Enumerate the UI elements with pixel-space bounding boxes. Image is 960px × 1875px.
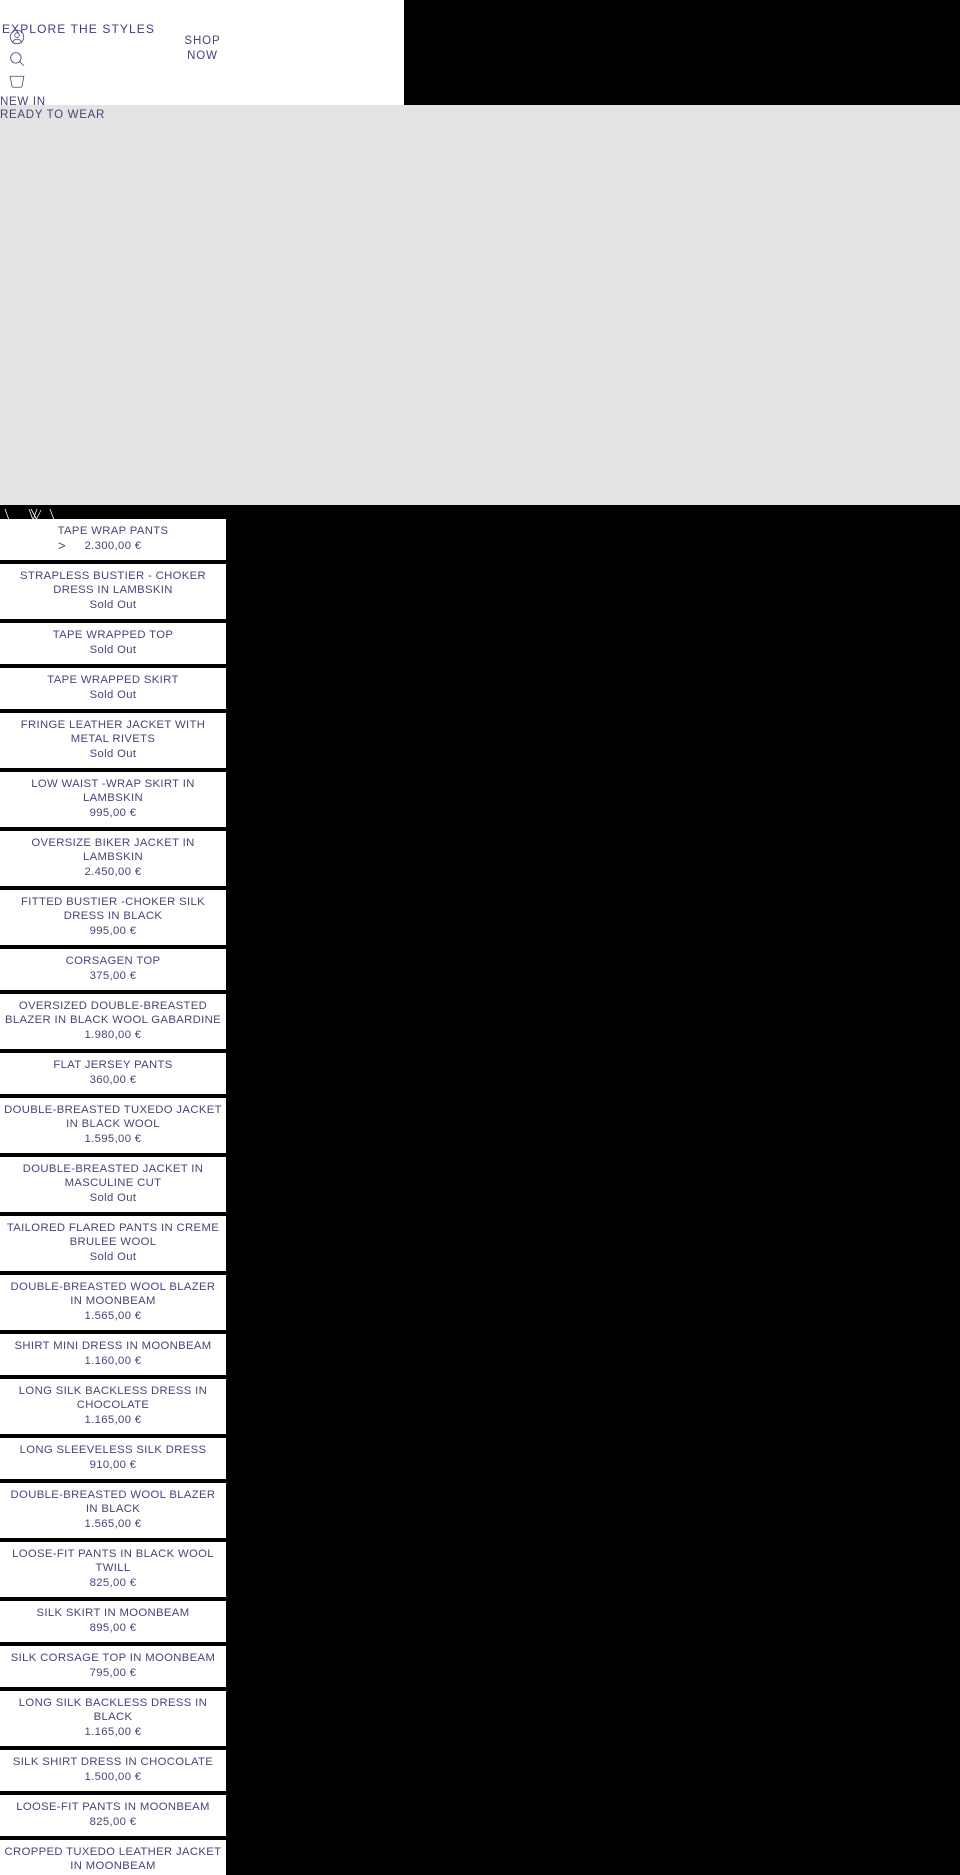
product-price: Sold Out bbox=[89, 1192, 137, 1204]
product-name: SILK SHIRT DRESS IN CHOCOLATE bbox=[12, 1756, 214, 1768]
product-price: Sold Out bbox=[89, 1251, 137, 1263]
product-price: Sold Out bbox=[89, 689, 137, 701]
search-icon[interactable] bbox=[4, 49, 30, 69]
product-price: 1.565,00 € bbox=[84, 1518, 142, 1530]
product-name: FITTED BUSTIER -CHOKER SILK DRESS IN BLA… bbox=[21, 896, 205, 922]
product-card[interactable]: TAPE WRAPPED TOP Sold Out bbox=[0, 623, 226, 668]
product-card[interactable]: LOOSE-FIT PANTS IN BLACK WOOL TWILL 825,0… bbox=[0, 1542, 226, 1601]
product-price: Sold Out bbox=[89, 748, 137, 760]
product-card[interactable]: FRINGE LEATHER JACKET WITH METAL RIVETS S… bbox=[0, 713, 226, 772]
product-name: TAPE WRAPPED TOP bbox=[52, 629, 174, 641]
product-name: CROPPED TUXEDO LEATHER JACKET IN MOONBEA… bbox=[4, 1846, 222, 1872]
product-name: SILK CORSAGE TOP IN MOONBEAM bbox=[10, 1652, 216, 1664]
product-name: TAILORED FLARED PANTS IN CREME BRULEE WO… bbox=[6, 1222, 220, 1248]
product-price: 375,00 € bbox=[89, 970, 137, 982]
product-price: Sold Out bbox=[89, 599, 137, 611]
hero-image-area bbox=[0, 105, 404, 505]
product-card[interactable]: LONG SILK BACKLESS DRESS IN BLACK 1.165,0… bbox=[0, 1691, 226, 1750]
hero-banner bbox=[0, 105, 960, 505]
product-price: 1.980,00 € bbox=[84, 1029, 142, 1041]
carousel-next-arrow[interactable]: > bbox=[58, 538, 66, 553]
product-card[interactable]: FLAT JERSEY PANTS 360,00 € bbox=[0, 1053, 226, 1098]
product-name: LONG SILK BACKLESS DRESS IN CHOCOLATE bbox=[18, 1385, 208, 1411]
nav-item-new-in[interactable]: NEW IN bbox=[0, 96, 404, 108]
product-name: STRAPLESS BUSTIER - CHOKER DRESS IN LAMB… bbox=[19, 570, 207, 596]
product-card[interactable]: OVERSIZE BIKER JACKET IN LAMBSKIN 2.450,0… bbox=[0, 831, 226, 890]
product-card[interactable]: SILK CORSAGE TOP IN MOONBEAM 795,00 € bbox=[0, 1646, 226, 1691]
product-name: LOOSE-FIT PANTS IN MOONBEAM bbox=[16, 1801, 210, 1813]
shop-now-line2: NOW bbox=[187, 50, 218, 62]
product-card[interactable]: LOW WAIST -WRAP SKIRT IN LAMBSKIN 995,00 … bbox=[0, 772, 226, 831]
product-name: DOUBLE-BREASTED JACKET IN MASCULINE CUT bbox=[22, 1163, 204, 1189]
product-name: DOUBLE-BREASTED WOOL BLAZER IN BLACK bbox=[10, 1489, 216, 1515]
product-name: FLAT JERSEY PANTS bbox=[53, 1059, 173, 1071]
product-card[interactable]: TAPE WRAPPED SKIRT Sold Out bbox=[0, 668, 226, 713]
product-name: CORSAGEN TOP bbox=[65, 955, 161, 967]
product-name: DOUBLE-BREASTED TUXEDO JACKET IN BLACK W… bbox=[4, 1104, 222, 1130]
product-name: SHIRT MINI DRESS IN MOONBEAM bbox=[14, 1340, 212, 1352]
product-name: TAPE WRAP PANTS bbox=[57, 525, 169, 537]
product-price: 1.565,00 € bbox=[84, 1310, 142, 1322]
product-list: TAPE WRAP PANTS 2.300,00 € STRAPLESS BUSTI… bbox=[0, 519, 226, 1875]
product-price: 825,00 € bbox=[89, 1816, 137, 1828]
product-name: LONG SLEEVELESS SILK DRESS bbox=[19, 1444, 207, 1456]
product-card[interactable]: TAILORED FLARED PANTS IN CREME BRULEE WO… bbox=[0, 1216, 226, 1275]
product-card[interactable]: STRAPLESS BUSTIER - CHOKER DRESS IN LAMB… bbox=[0, 564, 226, 623]
product-card[interactable]: CORSAGEN TOP 375,00 € bbox=[0, 949, 226, 994]
product-card[interactable]: LONG SILK BACKLESS DRESS IN CHOCOLATE 1.1… bbox=[0, 1379, 226, 1438]
product-price: 1.165,00 € bbox=[84, 1414, 142, 1426]
product-card[interactable]: DOUBLE-BREASTED JACKET IN MASCULINE CUT S… bbox=[0, 1157, 226, 1216]
product-name: LONG SILK BACKLESS DRESS IN BLACK bbox=[18, 1697, 208, 1723]
product-card[interactable]: SHIRT MINI DRESS IN MOONBEAM 1.160,00 € bbox=[0, 1334, 226, 1379]
product-price: 1.165,00 € bbox=[84, 1726, 142, 1738]
product-price: 995,00 € bbox=[89, 925, 137, 937]
product-price: 1.595,00 € bbox=[84, 1133, 142, 1145]
product-name: OVERSIZED DOUBLE-BREASTED BLAZER IN BLAC… bbox=[5, 1000, 221, 1026]
product-price: 910,00 € bbox=[89, 1459, 137, 1471]
product-name: TAPE WRAPPED SKIRT bbox=[47, 674, 179, 686]
product-card[interactable]: SILK SHIRT DRESS IN CHOCOLATE 1.500,00 € bbox=[0, 1750, 226, 1795]
header-icon-group bbox=[4, 27, 30, 91]
site-header: SHOP NOW bbox=[0, 0, 404, 105]
product-name: FRINGE LEATHER JACKET WITH METAL RIVETS bbox=[20, 719, 206, 745]
shop-now-promo[interactable]: SHOP NOW bbox=[150, 34, 255, 64]
product-card[interactable]: LONG SLEEVELESS SILK DRESS 910,00 € bbox=[0, 1438, 226, 1483]
product-price: 2.450,00 € bbox=[84, 866, 142, 878]
product-name: LOOSE-FIT PANTS IN BLACK WOOL TWILL bbox=[12, 1548, 214, 1574]
product-card[interactable]: TAPE WRAP PANTS 2.300,00 € bbox=[0, 519, 226, 564]
product-price: 1.500,00 € bbox=[84, 1771, 142, 1783]
bag-icon[interactable] bbox=[4, 71, 30, 91]
product-card[interactable]: FITTED BUSTIER -CHOKER SILK DRESS IN BLA… bbox=[0, 890, 226, 949]
product-name: DOUBLE-BREASTED WOOL BLAZER IN MOONBEAM bbox=[10, 1281, 216, 1307]
product-name: OVERSIZE BIKER JACKET IN LAMBSKIN bbox=[31, 837, 195, 863]
product-card[interactable]: DOUBLE-BREASTED WOOL BLAZER IN MOONBEAM 1… bbox=[0, 1275, 226, 1334]
page-root: SHOP NOW NEW IN READY TO WEAR EXPLORE TH… bbox=[0, 0, 960, 1875]
product-card[interactable]: DOUBLE-BREASTED WOOL BLAZER IN BLACK 1.56… bbox=[0, 1483, 226, 1542]
product-card[interactable]: SILK SKIRT IN MOONBEAM 895,00 € bbox=[0, 1601, 226, 1646]
product-name: SILK SKIRT IN MOONBEAM bbox=[36, 1607, 190, 1619]
product-price: 895,00 € bbox=[89, 1622, 137, 1634]
product-price: Sold Out bbox=[89, 644, 137, 656]
product-card[interactable]: OVERSIZED DOUBLE-BREASTED BLAZER IN BLAC… bbox=[0, 994, 226, 1053]
product-price: 360,00 € bbox=[89, 1074, 137, 1086]
explore-the-styles-label[interactable]: EXPLORE THE STYLES bbox=[2, 22, 155, 36]
product-card[interactable]: CROPPED TUXEDO LEATHER JACKET IN MOONBEA… bbox=[0, 1840, 226, 1875]
product-price: 795,00 € bbox=[89, 1667, 137, 1679]
product-price: 995,00 € bbox=[89, 807, 137, 819]
main-navigation: NEW IN READY TO WEAR bbox=[0, 96, 404, 121]
product-price: 2.300,00 € bbox=[84, 540, 142, 552]
shop-now-line1: SHOP bbox=[184, 35, 221, 47]
product-price: 1.160,00 € bbox=[84, 1355, 142, 1367]
product-card[interactable]: DOUBLE-BREASTED TUXEDO JACKET IN BLACK W… bbox=[0, 1098, 226, 1157]
nav-item-ready-to-wear[interactable]: READY TO WEAR bbox=[0, 109, 404, 121]
product-name: LOW WAIST -WRAP SKIRT IN LAMBSKIN bbox=[31, 778, 195, 804]
product-card[interactable]: LOOSE-FIT PANTS IN MOONBEAM 825,00 € bbox=[0, 1795, 226, 1840]
product-price: 825,00 € bbox=[89, 1577, 137, 1589]
